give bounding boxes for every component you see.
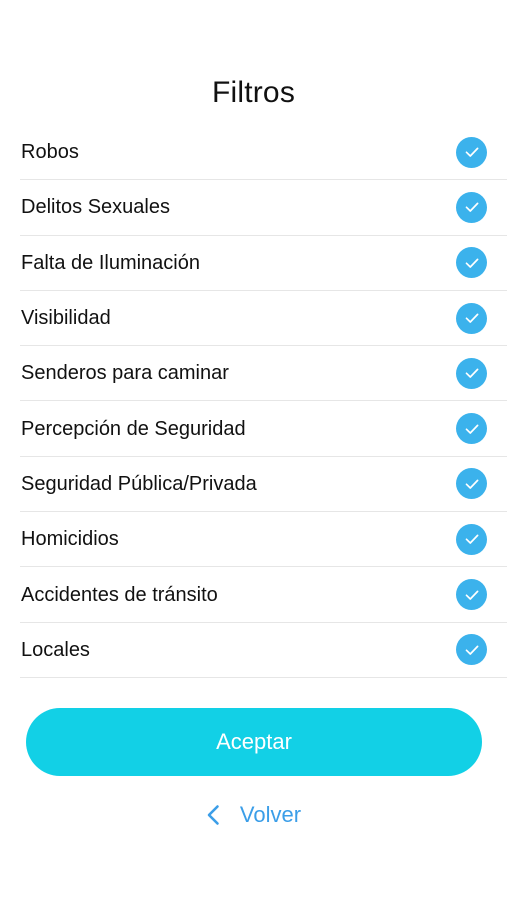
accept-button[interactable]: Aceptar: [26, 708, 482, 776]
filter-item-senderos-para-caminar[interactable]: Senderos para caminar: [20, 346, 507, 402]
page-title: Filtros: [211, 76, 296, 109]
filter-label: Homicidios: [21, 528, 119, 551]
filter-label: Delitos Sexuales: [21, 196, 170, 219]
check-circle-icon[interactable]: [456, 413, 487, 445]
filter-item-percepcion-de-seguridad[interactable]: Percepción de Seguridad: [20, 401, 507, 457]
filter-label: Falta de Iluminación: [21, 251, 200, 274]
chevron-left-icon: [206, 803, 222, 827]
filter-item-locales[interactable]: Locales: [20, 623, 507, 678]
check-circle-icon[interactable]: [456, 468, 487, 500]
filter-item-seguridad-publica-privada[interactable]: Seguridad Pública/Privada: [20, 457, 507, 513]
check-circle-icon[interactable]: [456, 579, 487, 611]
filter-label: Senderos para caminar: [21, 362, 229, 385]
filter-label: Accidentes de tránsito: [21, 583, 218, 606]
filter-list: Robos Delitos Sexuales Falta de Iluminac…: [20, 125, 507, 678]
back-link[interactable]: Volver: [0, 798, 507, 832]
check-circle-icon[interactable]: [456, 523, 487, 555]
check-circle-icon[interactable]: [456, 357, 487, 389]
filter-label: Seguridad Pública/Privada: [21, 472, 257, 495]
filter-label: Robos: [21, 141, 79, 164]
filter-label: Locales: [21, 638, 90, 661]
filter-label: Visibilidad: [21, 307, 111, 330]
check-circle-icon[interactable]: [456, 302, 487, 334]
filter-item-robos[interactable]: Robos: [20, 125, 507, 181]
filter-item-homicidios[interactable]: Homicidios: [20, 512, 507, 568]
filter-label: Percepción de Seguridad: [21, 417, 246, 440]
filter-item-accidentes-de-transito[interactable]: Accidentes de tránsito: [20, 567, 507, 623]
check-circle-icon[interactable]: [456, 634, 487, 666]
filter-item-falta-de-iluminacion[interactable]: Falta de Iluminación: [20, 236, 507, 291]
back-link-label: Volver: [239, 802, 302, 827]
check-circle-icon[interactable]: [456, 247, 487, 279]
filter-item-visibilidad[interactable]: Visibilidad: [20, 291, 507, 347]
check-circle-icon[interactable]: [456, 191, 487, 223]
check-circle-icon[interactable]: [456, 136, 487, 168]
filter-item-delitos-sexuales[interactable]: Delitos Sexuales: [20, 180, 507, 236]
